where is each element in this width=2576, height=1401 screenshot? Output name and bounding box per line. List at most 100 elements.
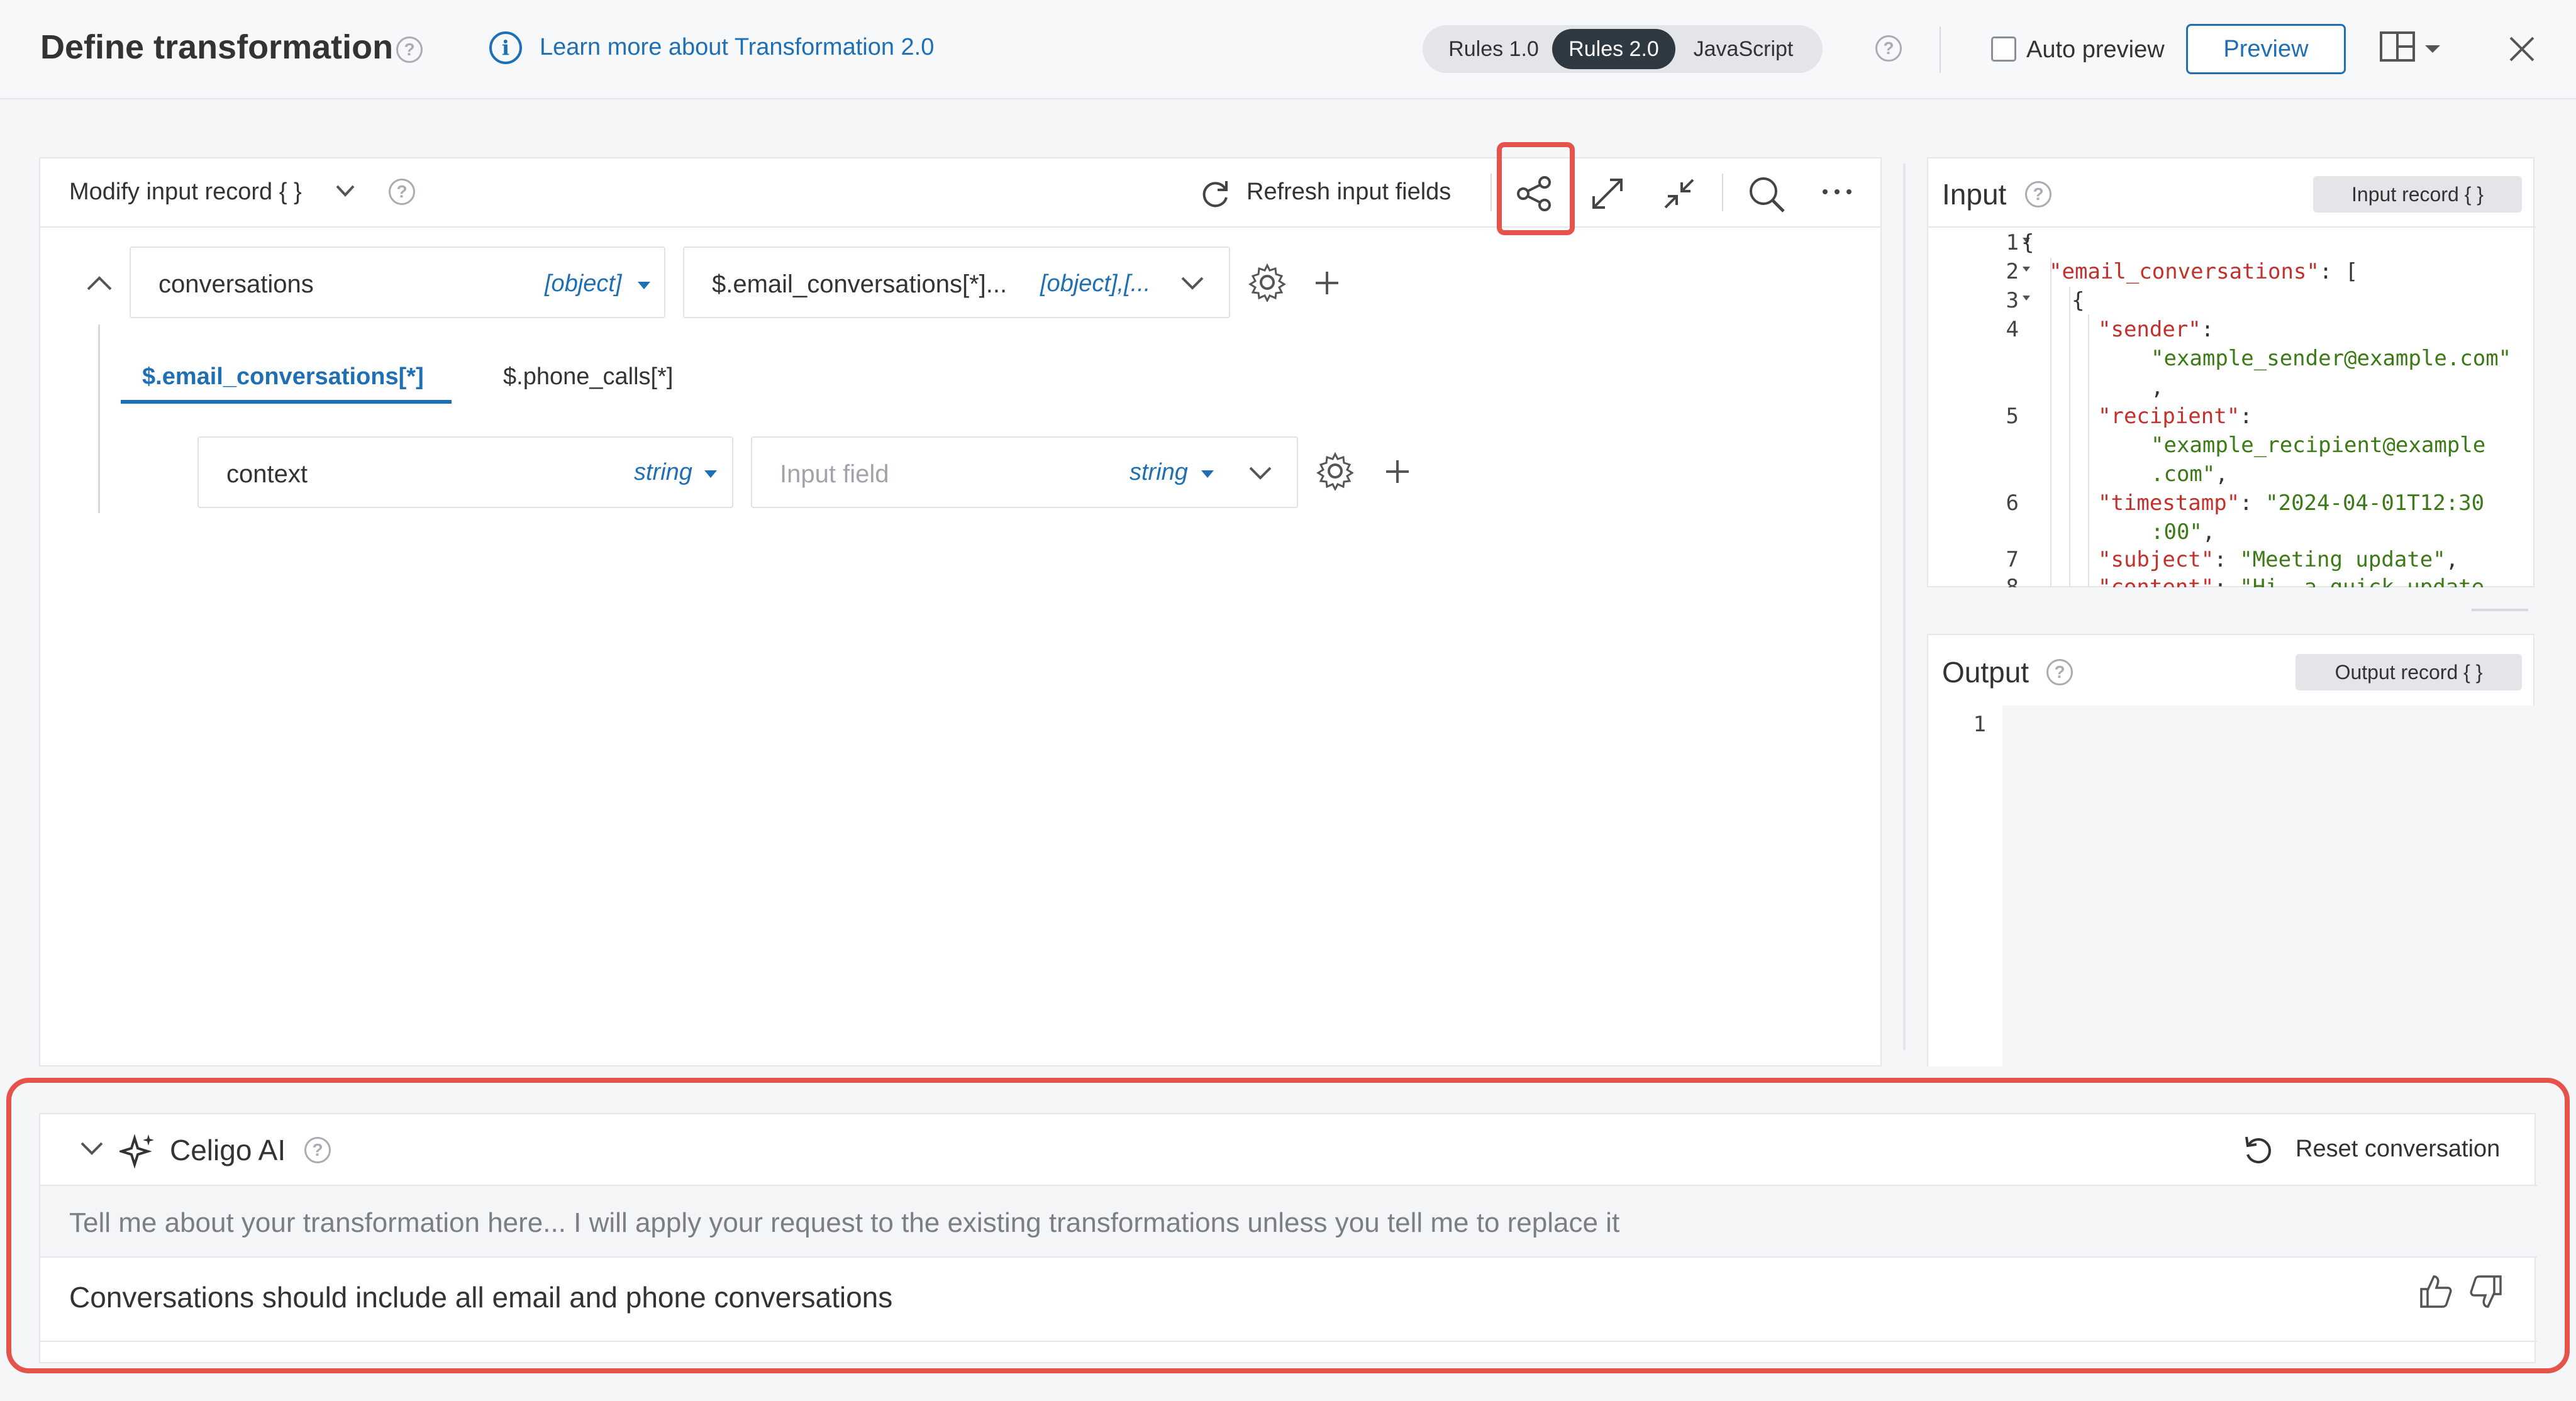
refresh-input-fields-button[interactable]: Refresh input fields — [1246, 179, 1451, 206]
divider — [40, 1341, 2537, 1342]
plus-icon[interactable] — [1384, 458, 1411, 489]
tab-phone-calls[interactable]: $.phone_calls[*] — [503, 363, 673, 390]
code-punct: : — [2214, 547, 2240, 572]
auto-preview-checkbox[interactable] — [1991, 36, 2016, 62]
help-icon[interactable]: ? — [2025, 181, 2051, 208]
help-icon[interactable]: ? — [389, 179, 415, 205]
chevron-down-icon[interactable] — [79, 1141, 104, 1160]
help-icon[interactable]: ? — [396, 36, 423, 63]
record-select[interactable]: Modify input record { } — [69, 179, 302, 206]
code-punct: : — [2201, 317, 2214, 342]
mode-rules-1[interactable]: Rules 1.0 — [1435, 29, 1552, 69]
parent-field-name: conversations — [158, 270, 314, 298]
gear-icon[interactable] — [1248, 263, 1287, 305]
mode-help-icon[interactable]: ? — [1875, 35, 1902, 62]
tree-line — [98, 324, 100, 513]
code-punct: : [ — [2319, 259, 2358, 284]
mode-rules-2[interactable]: Rules 2.0 — [1552, 29, 1675, 69]
code-punct: , — [2151, 375, 2164, 400]
share-nodes-icon[interactable] — [1516, 175, 1553, 216]
code-punct: : — [2240, 490, 2266, 516]
child-field-type[interactable]: string — [634, 459, 692, 486]
ai-message: Conversations should include all email a… — [69, 1281, 893, 1314]
refresh-icon[interactable] — [1199, 177, 1231, 213]
code-key: "email_conversations" — [2049, 259, 2319, 284]
code-line: :00", — [2151, 519, 2215, 545]
code-line: "sender": — [2098, 317, 2214, 342]
help-icon[interactable]: ? — [2046, 659, 2073, 685]
code-line: "subject": "Meeting update", — [2098, 547, 2458, 572]
active-tab-indicator — [121, 400, 452, 404]
code-value: "example_recipient@example — [2151, 433, 2486, 458]
gear-icon[interactable] — [1316, 451, 1355, 494]
collapse-icon[interactable] — [1662, 176, 1697, 214]
caret-down-icon[interactable] — [703, 469, 718, 482]
chevron-down-icon[interactable] — [1248, 465, 1273, 485]
gutter — [1928, 706, 2002, 1066]
code-value: "Meeting update" — [2240, 547, 2446, 572]
child-source-type[interactable]: string — [1130, 459, 1188, 486]
output-record-badge[interactable]: Output record { } — [2296, 654, 2522, 690]
child-field-name: context — [226, 460, 308, 488]
input-record-badge[interactable]: Input record { } — [2313, 176, 2522, 213]
code-punct: : — [2240, 404, 2253, 429]
reset-conversation-button[interactable]: Reset conversation — [2296, 1136, 2500, 1163]
parent-source-type[interactable]: [object],[... — [1040, 270, 1150, 297]
learn-more-link[interactable]: Learn more about Transformation 2.0 — [540, 34, 934, 61]
mode-javascript[interactable]: JavaScript — [1675, 29, 1811, 69]
caret-down-icon[interactable] — [636, 280, 652, 294]
parent-destination-field[interactable]: conversations [object] — [130, 246, 665, 318]
fold-markers — [2023, 238, 2030, 301]
close-icon[interactable] — [2508, 35, 2536, 66]
parent-source-field[interactable]: $.email_conversations[*]... [object],[..… — [683, 246, 1230, 318]
input-code-content: 1 2 3 4 5 6 7 8 { "email_conversations":… — [1927, 226, 2534, 587]
code-line: "email_conversations": [ — [2049, 259, 2358, 284]
parent-field-type[interactable]: [object] — [545, 270, 622, 297]
scroll-handle[interactable] — [2472, 609, 2528, 611]
child-source-field[interactable]: Input field string — [751, 436, 1298, 508]
code-line: "recipient": — [2098, 404, 2253, 429]
code-punct: , — [2202, 519, 2216, 545]
search-icon[interactable] — [1747, 175, 1786, 217]
child-destination-field[interactable]: context string — [197, 436, 733, 508]
parent-source-value: $.email_conversations[*]... — [712, 270, 1008, 298]
indent-guide — [2069, 287, 2070, 587]
expand-icon[interactable] — [1590, 176, 1625, 214]
caret-down-icon[interactable] — [1200, 469, 1215, 482]
tab-email-conversations[interactable]: $.email_conversations[*] — [142, 363, 424, 390]
line-number: 1 — [1973, 712, 1986, 737]
chevron-up-icon[interactable] — [86, 274, 113, 295]
code-key: "sender" — [2098, 317, 2201, 342]
thumbs-down-icon[interactable] — [2469, 1273, 2504, 1314]
header: Define transformation ? i Learn more abo… — [0, 0, 2576, 99]
code-value: :00" — [2151, 519, 2202, 545]
code-line: { — [2072, 288, 2085, 313]
ai-prompt-placeholder: Tell me about your transformation here..… — [69, 1207, 1620, 1238]
code-key: "subject" — [2098, 547, 2214, 572]
reset-icon[interactable] — [2241, 1133, 2275, 1170]
chevron-down-icon[interactable] — [1180, 275, 1205, 295]
child-source-placeholder: Input field — [780, 460, 889, 488]
divider — [1940, 26, 1941, 73]
preview-button[interactable]: Preview — [2186, 24, 2346, 74]
code-key: "recipient" — [2098, 404, 2240, 429]
code-value: .com" — [2151, 462, 2216, 487]
plus-icon[interactable] — [1313, 269, 1341, 300]
layout-icon[interactable] — [2380, 31, 2443, 72]
help-icon[interactable]: ? — [304, 1137, 331, 1163]
code-key: "timestamp" — [2098, 490, 2240, 516]
panel-splitter[interactable] — [1903, 163, 1906, 1050]
code-line: .com", — [2151, 462, 2228, 487]
code-line: "content": "Hi, a quick update — [2098, 575, 2484, 587]
auto-preview-label: Auto preview — [2026, 36, 2165, 63]
output-code-editor[interactable]: 1 — [1928, 706, 2536, 1066]
more-icon[interactable] — [1821, 182, 1853, 204]
indent-guide — [2088, 314, 2089, 587]
code-punct: , — [2215, 462, 2228, 487]
code-punct: , — [2445, 547, 2459, 572]
ai-prompt-input[interactable]: Tell me about your transformation here..… — [40, 1185, 2537, 1258]
page-title: Define transformation — [40, 28, 394, 66]
chevron-down-icon[interactable] — [335, 184, 356, 202]
output-title: Output — [1942, 656, 2029, 689]
thumbs-up-icon[interactable] — [2418, 1273, 2453, 1314]
